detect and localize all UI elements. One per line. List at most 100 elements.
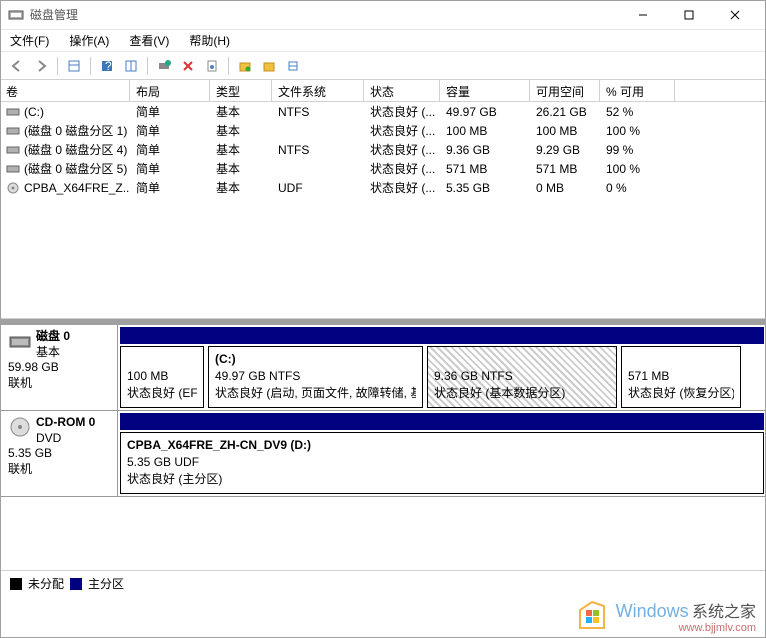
cdrom-part-size: 5.35 GB UDF: [127, 454, 757, 471]
window-title: 磁盘管理: [30, 6, 620, 23]
col-free[interactable]: 可用空间: [530, 80, 600, 101]
cell-fs: [272, 130, 364, 132]
cell-capacity: 571 MB: [440, 161, 530, 177]
menu-view[interactable]: 查看(V): [125, 30, 173, 51]
col-layout[interactable]: 布局: [130, 80, 210, 101]
cdrom-title: CD-ROM 0: [36, 415, 95, 429]
delete-button[interactable]: [177, 55, 199, 77]
col-status[interactable]: 状态: [364, 80, 440, 101]
cell-free: 100 MB: [530, 123, 600, 139]
partition-box[interactable]: 9.36 GB NTFS状态良好 (基本数据分区): [427, 346, 617, 408]
disk-0-state: 联机: [8, 376, 109, 392]
partition-status: 状态良好 (基本数据分区): [434, 385, 610, 402]
grid-button[interactable]: [282, 55, 304, 77]
col-type[interactable]: 类型: [210, 80, 272, 101]
partition-size: 49.97 GB NTFS: [215, 368, 416, 385]
disk-icon: [8, 329, 32, 353]
cell-pct: 99 %: [600, 142, 675, 158]
cell-pct: 0 %: [600, 180, 675, 196]
table-row[interactable]: (磁盘 0 磁盘分区 5)简单基本状态良好 (...571 MB571 MB10…: [0, 159, 766, 178]
watermark-url: www.bjjmlv.com: [616, 622, 756, 634]
watermark-brand: Windows: [616, 601, 689, 621]
legend-unallocated-label: 未分配: [28, 575, 64, 592]
settings-button[interactable]: [120, 55, 142, 77]
watermark: Windows 系统之家 www.bjjmlv.com: [564, 594, 766, 638]
col-volume[interactable]: 卷: [0, 80, 130, 101]
cdrom-size: 5.35 GB: [8, 446, 109, 462]
cell-free: 26.21 GB: [530, 104, 600, 120]
cell-pct: 100 %: [600, 123, 675, 139]
cell-fs: NTFS: [272, 104, 364, 120]
legend-bar: 未分配 主分区: [0, 570, 766, 596]
cell-type: 基本: [210, 102, 272, 121]
cell-pct: 52 %: [600, 104, 675, 120]
table-header: 卷 布局 类型 文件系统 状态 容量 可用空间 % 可用: [0, 80, 766, 102]
cell-volume: (C:): [0, 104, 130, 120]
cdrom-partition[interactable]: CPBA_X64FRE_ZH-CN_DV9 (D:) 5.35 GB UDF 状…: [120, 432, 764, 494]
forward-button[interactable]: [30, 55, 52, 77]
cdrom-part-name: CPBA_X64FRE_ZH-CN_DV9 (D:): [127, 437, 757, 454]
view-top-button[interactable]: [63, 55, 85, 77]
menu-help[interactable]: 帮助(H): [185, 30, 234, 51]
menu-file[interactable]: 文件(F): [6, 30, 53, 51]
cdrom-part-status: 状态良好 (主分区): [127, 471, 757, 488]
minimize-button[interactable]: [620, 0, 666, 30]
menu-action[interactable]: 操作(A): [65, 30, 113, 51]
folder1-button[interactable]: [234, 55, 256, 77]
legend-primary-swatch: [70, 578, 82, 590]
cell-fs: [272, 168, 364, 170]
cell-status: 状态良好 (...: [364, 121, 440, 140]
cell-status: 状态良好 (...: [364, 102, 440, 121]
svg-text:?: ?: [105, 59, 112, 73]
partition-box[interactable]: (C:)49.97 GB NTFS状态良好 (启动, 页面文件, 故障转储, 基: [208, 346, 423, 408]
partition-box[interactable]: 100 MB状态良好 (EFI: [120, 346, 204, 408]
cell-capacity: 9.36 GB: [440, 142, 530, 158]
cell-type: 基本: [210, 178, 272, 197]
cell-type: 基本: [210, 140, 272, 159]
cell-capacity: 100 MB: [440, 123, 530, 139]
col-capacity[interactable]: 容量: [440, 80, 530, 101]
help-button[interactable]: ?: [96, 55, 118, 77]
cell-type: 基本: [210, 121, 272, 140]
partition-status: 状态良好 (启动, 页面文件, 故障转储, 基: [215, 385, 416, 402]
col-fs[interactable]: 文件系统: [272, 80, 364, 101]
table-row[interactable]: (C:)简单基本NTFS状态良好 (...49.97 GB26.21 GB52 …: [0, 102, 766, 121]
title-bar: 磁盘管理: [0, 0, 766, 30]
cell-free: 0 MB: [530, 180, 600, 196]
cell-free: 571 MB: [530, 161, 600, 177]
refresh-button[interactable]: [153, 55, 175, 77]
partition-status: 状态良好 (恢复分区): [628, 385, 734, 402]
disk-graphic-area: 磁盘 0 基本 59.98 GB 联机 100 MB状态良好 (EFI (C:)…: [0, 319, 766, 497]
cell-layout: 简单: [130, 121, 210, 140]
cell-free: 9.29 GB: [530, 142, 600, 158]
disk-0-title: 磁盘 0: [36, 329, 70, 343]
cell-fs: NTFS: [272, 142, 364, 158]
cell-layout: 简单: [130, 140, 210, 159]
disk-0-label[interactable]: 磁盘 0 基本 59.98 GB 联机: [0, 325, 118, 410]
partition-size: 9.36 GB NTFS: [434, 368, 610, 385]
cell-fs: UDF: [272, 180, 364, 196]
cell-pct: 100 %: [600, 161, 675, 177]
close-button[interactable]: [712, 0, 758, 30]
folder2-button[interactable]: [258, 55, 280, 77]
cdrom-icon: [8, 415, 32, 439]
cell-volume: CPBA_X64FRE_Z...: [0, 180, 130, 196]
partition-box[interactable]: 571 MB状态良好 (恢复分区): [621, 346, 741, 408]
watermark-sub: 系统之家: [692, 604, 756, 621]
cell-layout: 简单: [130, 102, 210, 121]
table-row[interactable]: (磁盘 0 磁盘分区 1)简单基本状态良好 (...100 MB100 MB10…: [0, 121, 766, 140]
cdrom-state: 联机: [8, 462, 109, 478]
maximize-button[interactable]: [666, 0, 712, 30]
disk-0-row: 磁盘 0 基本 59.98 GB 联机 100 MB状态良好 (EFI (C:)…: [0, 325, 766, 411]
table-row[interactable]: CPBA_X64FRE_Z...简单基本UDF状态良好 (...5.35 GB0…: [0, 178, 766, 197]
cdrom-label[interactable]: CD-ROM 0 DVD 5.35 GB 联机: [0, 411, 118, 496]
cell-layout: 简单: [130, 178, 210, 197]
cell-volume: (磁盘 0 磁盘分区 4): [0, 140, 130, 159]
table-body[interactable]: (C:)简单基本NTFS状态良好 (...49.97 GB26.21 GB52 …: [0, 102, 766, 318]
col-pct[interactable]: % 可用: [600, 80, 675, 101]
partition-size: 100 MB: [127, 368, 197, 385]
back-button[interactable]: [6, 55, 28, 77]
properties-button[interactable]: [201, 55, 223, 77]
table-row[interactable]: (磁盘 0 磁盘分区 4)简单基本NTFS状态良好 (...9.36 GB9.2…: [0, 140, 766, 159]
windows-logo-icon: [574, 598, 610, 634]
